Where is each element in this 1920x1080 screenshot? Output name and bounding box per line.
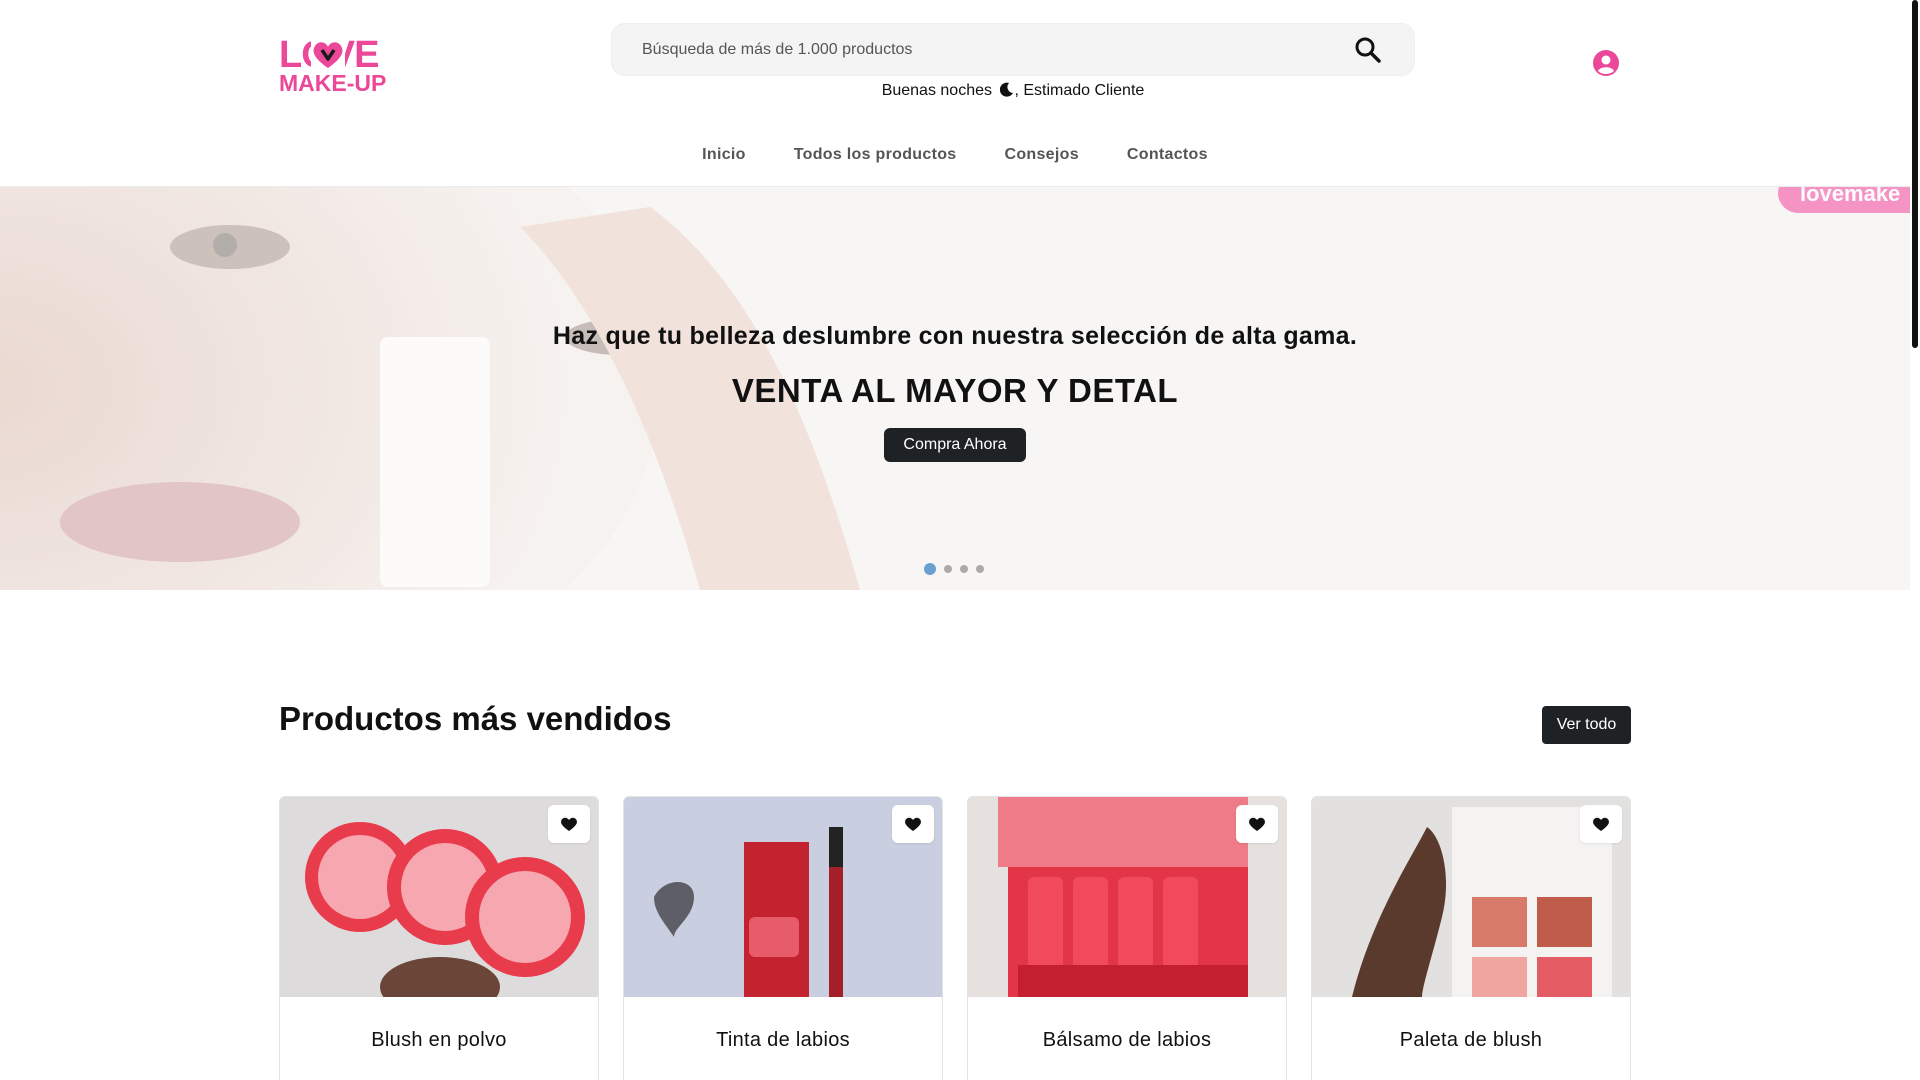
scrollbar-thumb[interactable] [1912, 0, 1918, 348]
site-header: LOVE MAKE-UP Buenas noches , Estimado Cl… [0, 0, 1910, 187]
view-all-button[interactable]: Ver todo [1542, 706, 1631, 744]
favorite-button[interactable] [1580, 805, 1622, 843]
product-name[interactable]: Tinta de labios [624, 1029, 942, 1052]
favorite-button[interactable] [892, 805, 934, 843]
logo-line2: MAKE-UP [279, 70, 387, 96]
carousel-dot-4[interactable] [976, 565, 984, 573]
carousel-dots [924, 563, 984, 575]
logo-heart-icon [311, 40, 345, 70]
bestsellers-title: Productos más vendidos [279, 700, 672, 737]
greeting-suffix: , Estimado Cliente [1014, 82, 1145, 99]
hero-subtitle: Haz que tu belleza deslumbre con nuestra… [552, 322, 1358, 350]
product-image [968, 797, 1286, 997]
product-card[interactable]: Bálsamo de labios [967, 796, 1287, 1080]
product-image [280, 797, 598, 997]
product-card[interactable]: Blush en polvo [279, 796, 599, 1080]
heart-icon [905, 817, 921, 831]
favorite-button[interactable] [548, 805, 590, 843]
user-circle-icon [1593, 50, 1619, 76]
search-bar [611, 23, 1415, 76]
product-name[interactable]: Bálsamo de labios [968, 1029, 1286, 1052]
brand-logo[interactable]: LOVE MAKE-UP [279, 36, 389, 96]
account-button[interactable] [1593, 50, 1619, 76]
greeting-prefix: Buenas noches [881, 82, 992, 99]
carousel-dot-1[interactable] [924, 563, 936, 575]
page: LOVE MAKE-UP Buenas noches , Estimado Cl… [0, 0, 1920, 1080]
heart-icon [1593, 817, 1609, 831]
product-grid: Blush en polvo Tinta de labios Bálsamo d… [279, 796, 1631, 1080]
search-icon [1355, 37, 1381, 63]
hero-brand-tag: lovemake [1778, 187, 1910, 213]
search-input[interactable] [642, 24, 1322, 75]
carousel-dot-3[interactable] [960, 565, 968, 573]
nav-item-contactos[interactable]: Contactos [1103, 146, 1232, 164]
nav-item-consejos[interactable]: Consejos [980, 146, 1102, 164]
carousel-dot-2[interactable] [944, 565, 952, 573]
main-nav: Inicio Todos los productos Consejos Cont… [0, 146, 1910, 164]
product-name[interactable]: Blush en polvo [280, 1029, 598, 1052]
product-card[interactable]: Tinta de labios [623, 796, 943, 1080]
hero-carousel: lovemake Haz que tu belleza deslumbre co… [0, 187, 1910, 590]
hero-title: VENTA AL MAYOR Y DETAL [731, 372, 1179, 409]
shop-now-button[interactable]: Compra Ahora [884, 428, 1026, 462]
moon-icon [1000, 82, 1014, 97]
nav-item-todos-los-productos[interactable]: Todos los productos [770, 146, 981, 164]
greeting: Buenas noches , Estimado Cliente [611, 82, 1415, 100]
search-button[interactable] [1348, 30, 1388, 70]
product-name[interactable]: Paleta de blush [1312, 1029, 1630, 1052]
product-image [624, 797, 942, 997]
product-image [1312, 797, 1630, 997]
nav-item-inicio[interactable]: Inicio [678, 146, 770, 164]
heart-icon [561, 817, 577, 831]
page-scrollbar[interactable] [1910, 0, 1920, 1080]
favorite-button[interactable] [1236, 805, 1278, 843]
product-card[interactable]: Paleta de blush [1311, 796, 1631, 1080]
heart-icon [1249, 817, 1265, 831]
